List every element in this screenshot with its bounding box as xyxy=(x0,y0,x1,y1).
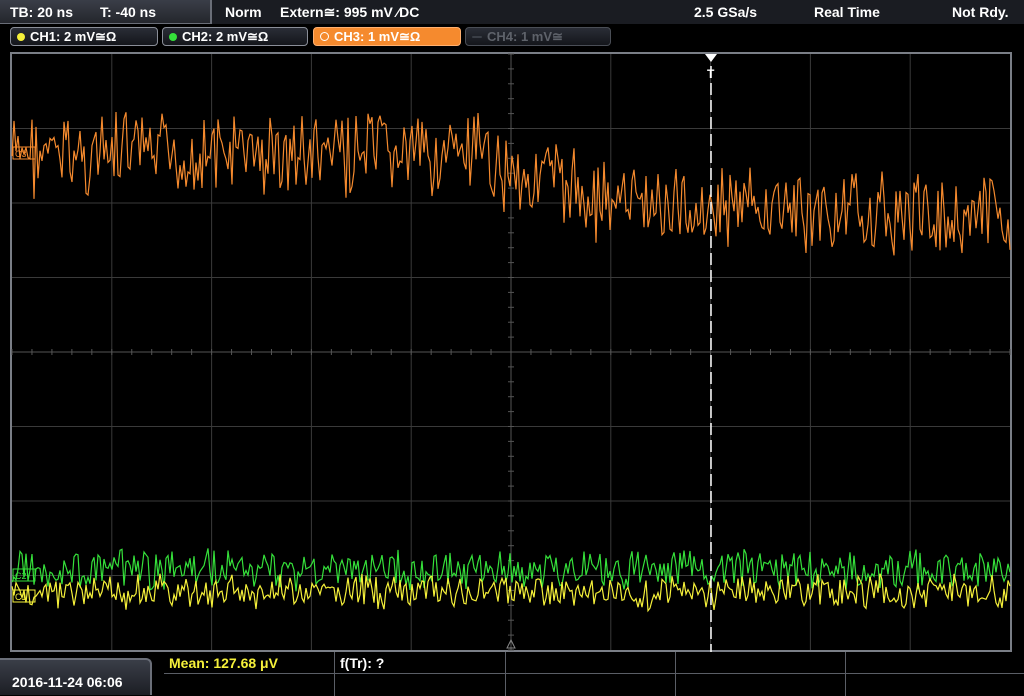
meas-cell[interactable] xyxy=(846,652,1024,674)
meas-cell[interactable] xyxy=(506,652,676,674)
frequency-measurement: f(Tr): ? xyxy=(340,655,385,671)
meas-cell[interactable] xyxy=(506,674,676,696)
bottom-bar: 2016-11-24 06:06 Mean: 127.68 μV f(Tr): … xyxy=(0,652,1024,696)
meas-cell[interactable] xyxy=(676,674,846,696)
ch3-marker-label: C3 xyxy=(15,149,27,159)
measurement-table[interactable]: Mean: 127.68 μV f(Tr): ? xyxy=(164,652,1024,696)
trigger-marker-icon[interactable] xyxy=(705,54,717,62)
waveform-canvas[interactable]: T C3 C2 C1 xyxy=(0,0,1024,695)
meas-cell[interactable] xyxy=(846,674,1024,696)
datetime-label: 2016-11-24 06:06 xyxy=(12,674,123,690)
meas-cell[interactable] xyxy=(335,674,506,696)
mean-measurement: Mean: 127.68 μV xyxy=(169,655,278,671)
meas-cell[interactable] xyxy=(676,652,846,674)
datetime-box: 2016-11-24 06:06 xyxy=(0,658,152,695)
meas-cell[interactable] xyxy=(164,674,335,696)
trigger-marker-label: T xyxy=(707,67,715,81)
ch2-marker-label: C2 xyxy=(15,571,27,581)
ch1-marker-label: C1 xyxy=(15,592,27,602)
